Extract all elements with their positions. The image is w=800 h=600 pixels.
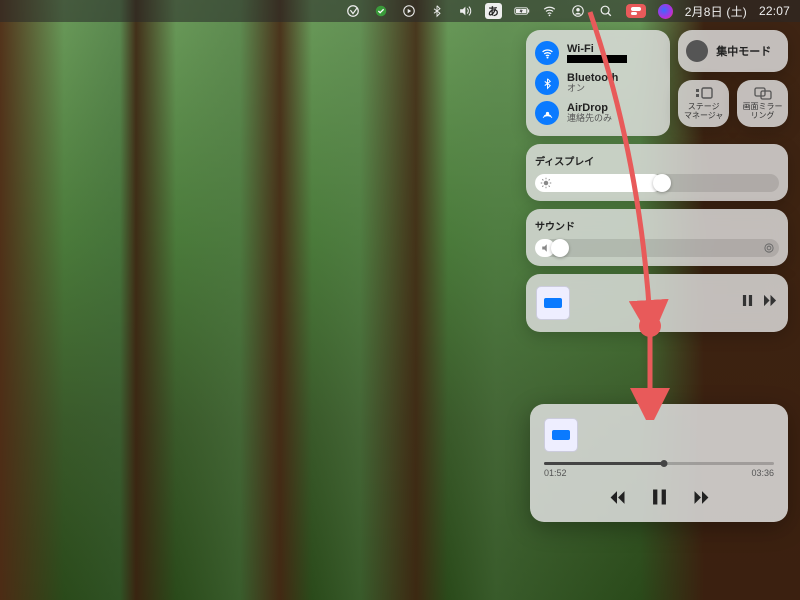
next-button[interactable] [763,294,778,312]
now-playing-card[interactable] [526,274,788,332]
wifi-toggle[interactable]: Wi-Fi [535,39,661,67]
control-center-icon[interactable] [626,4,646,18]
menubar-time[interactable]: 22:07 [759,4,790,18]
display-card: ディスプレイ [526,144,788,201]
spotlight-icon[interactable] [598,3,614,19]
wifi-icon [535,41,559,65]
pause-button[interactable] [742,294,753,312]
play-status-icon[interactable] [401,3,417,19]
airdrop-icon [535,101,559,125]
screen-mirroring-toggle[interactable]: 画面ミラーリング [737,80,788,127]
stage-manager-label: ステージ マネージャ [684,103,723,121]
elapsed-time: 01:52 [544,468,567,478]
sun-icon [540,177,552,189]
pause-button[interactable] [652,486,667,512]
playback-scrubber[interactable] [544,462,774,465]
volume-icon[interactable] [457,3,473,19]
moon-icon [686,40,708,62]
siri-icon[interactable] [658,4,673,19]
wifi-label: Wi-Fi [567,43,627,55]
next-button[interactable] [693,489,711,510]
stage-manager-icon [694,86,714,100]
sound-slider[interactable] [535,239,779,257]
media-popup: 01:52 03:36 [530,404,788,522]
display-slider[interactable] [535,174,779,192]
focus-toggle[interactable]: 集中モード [678,30,788,72]
input-source[interactable]: あ [485,3,502,19]
bluetooth-toggle[interactable]: Bluetoothオン [535,69,661,97]
album-art [536,286,570,320]
airdrop-status: 連絡先のみ [567,114,612,124]
airdrop-toggle[interactable]: AirDrop連絡先のみ [535,99,661,127]
screen-mirroring-label: 画面ミラーリング [740,103,785,121]
mirror-icon [753,86,773,100]
focus-label: 集中モード [716,43,771,59]
menubar-date[interactable]: 2月8日 (土) [685,3,747,20]
album-art [544,418,578,452]
bluetooth-icon [535,71,559,95]
sound-card: サウンド [526,209,788,266]
battery-icon[interactable] [514,3,530,19]
sync-icon[interactable] [373,3,389,19]
control-center-panel: Wi-Fi Bluetoothオン AirDrop連絡先のみ 集中モード ステー… [526,30,788,332]
wifi-icon[interactable] [542,3,558,19]
user-icon[interactable] [570,3,586,19]
previous-button[interactable] [608,489,626,510]
power-icon[interactable] [345,3,361,19]
connectivity-card: Wi-Fi Bluetoothオン AirDrop連絡先のみ [526,30,670,136]
wifi-network-redacted [567,55,627,63]
bluetooth-status: オン [567,84,618,94]
menubar: あ 2月8日 (土) 22:07 [0,0,800,22]
display-label: ディスプレイ [535,153,779,168]
sound-label: サウンド [535,218,779,233]
stage-manager-toggle[interactable]: ステージ マネージャ [678,80,729,127]
total-time: 03:36 [751,468,774,478]
bluetooth-icon[interactable] [429,3,445,19]
airplay-icon[interactable] [763,242,775,254]
